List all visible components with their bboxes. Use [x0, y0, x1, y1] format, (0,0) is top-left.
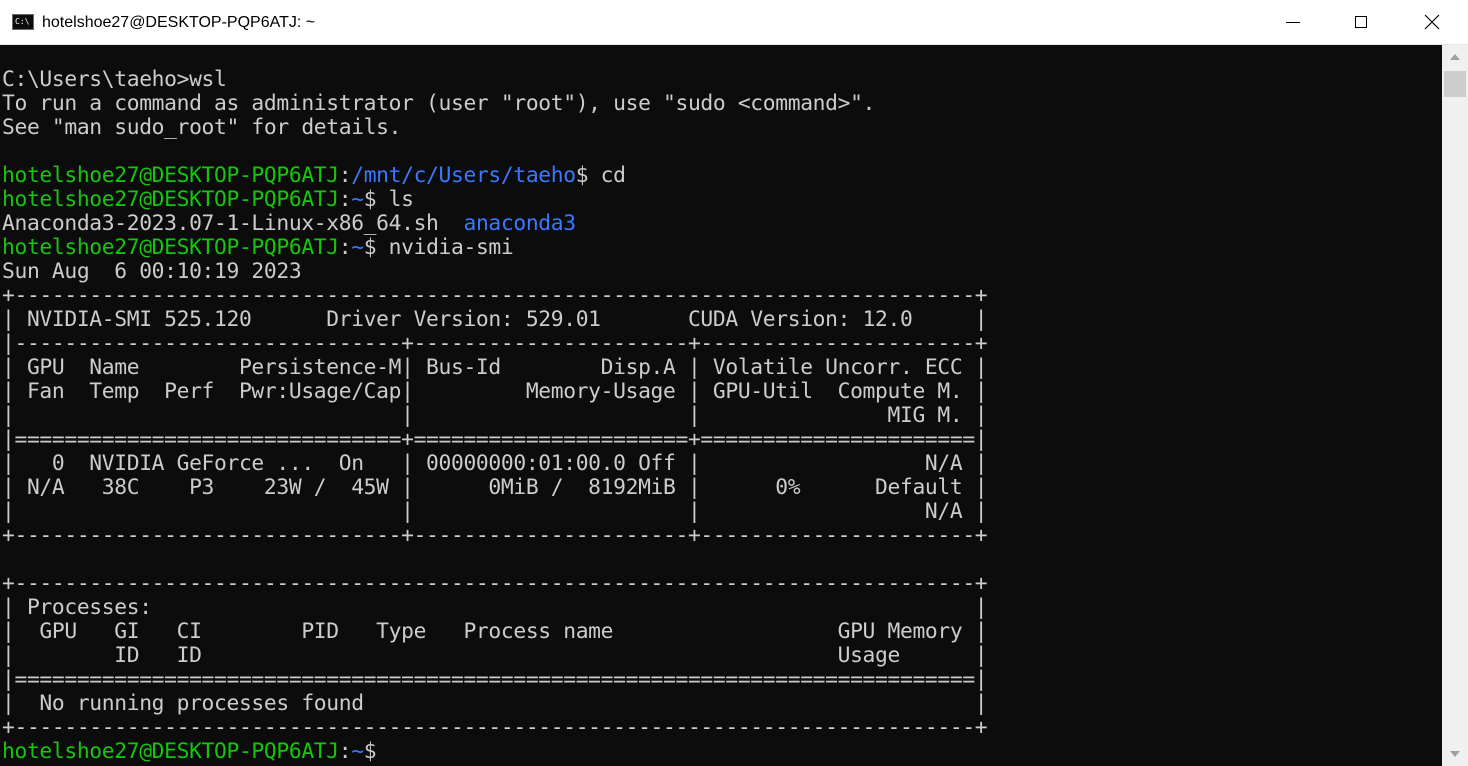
terminal-text-segment: ~	[351, 739, 364, 764]
scroll-down-button[interactable]	[1442, 742, 1468, 766]
terminal-line: See "man sudo_root" for details.	[2, 116, 401, 140]
terminal-text-segment: $ ls	[363, 187, 414, 212]
terminal-line: Sun Aug 6 00:10:19 2023	[2, 259, 302, 284]
terminal-text-segment: | | | MIG M. |	[2, 403, 988, 428]
terminal-line: Anaconda3-2023.07-1-Linux-x86_64.sh anac…	[2, 212, 576, 236]
terminal-text-segment: $ cd	[575, 163, 626, 188]
terminal-line: | N/A 38C P3 23W / 45W | 0MiB / 8192MiB …	[2, 475, 988, 500]
terminal-line: | | | MIG M. |	[2, 403, 988, 428]
terminal-line: C:\Users\taeho>wsl	[2, 68, 227, 92]
terminal-text-segment: | NVIDIA-SMI 525.120 Driver Version: 529…	[2, 307, 988, 332]
terminal-text-segment: +-------------------------------+-------…	[2, 523, 988, 548]
terminal-output[interactable]: C:\Users\taeho>wsl To run a command as ad…	[0, 45, 1442, 766]
terminal-line: |-------------------------------+-------…	[2, 331, 988, 356]
terminal-text-segment: anaconda3	[463, 211, 576, 236]
terminal-line: | 0 NVIDIA GeForce ... On | 00000000:01:…	[2, 451, 988, 476]
terminal-text-segment: | No running processes found |	[2, 691, 988, 716]
terminal-text-segment: +---------------------------------------…	[2, 283, 988, 308]
scroll-thumb[interactable]	[1444, 71, 1466, 97]
terminal-text-segment: | | | N/A |	[2, 499, 988, 524]
scroll-up-button[interactable]	[1442, 45, 1468, 69]
maximize-button[interactable]	[1338, 0, 1384, 44]
terminal-line: hotelshoe27@DESKTOP-PQP6ATJ:/mnt/c/Users…	[2, 164, 626, 188]
terminal-text-segment: hotelshoe27@DESKTOP-PQP6ATJ	[2, 235, 339, 260]
terminal-text-segment: :	[338, 235, 352, 260]
terminal-text-segment: C:\Users\taeho>wsl	[2, 67, 227, 92]
terminal-text-segment: |=======================================…	[2, 667, 988, 692]
terminal-line: | NVIDIA-SMI 525.120 Driver Version: 529…	[2, 307, 988, 332]
terminal-text-segment: hotelshoe27@DESKTOP-PQP6ATJ	[2, 739, 339, 764]
terminal-text-segment: $	[363, 739, 377, 764]
terminal-text-segment: |-------------------------------+-------…	[2, 331, 988, 356]
scroll-down-arrow-icon	[1450, 751, 1460, 757]
terminal-text-segment: | Fan Temp Perf Pwr:Usage/Cap| Memory-Us…	[2, 379, 988, 404]
terminal-text-segment: $ nvidia-smi	[363, 235, 514, 260]
terminal-text-segment: | GPU Name Persistence-M| Bus-Id Disp.A …	[2, 355, 988, 380]
terminal-text-segment: | 0 NVIDIA GeForce ... On | 00000000:01:…	[2, 451, 988, 476]
terminal-text-segment: | N/A 38C P3 23W / 45W | 0MiB / 8192MiB …	[2, 475, 988, 500]
title-bar[interactable]: C:\ hotelshoe27@DESKTOP-PQP6ATJ: ~	[0, 0, 1468, 45]
terminal-line: | GPU Name Persistence-M| Bus-Id Disp.A …	[2, 355, 988, 380]
terminal-text-segment: :	[338, 739, 352, 764]
terminal-text-segment: Anaconda3-2023.07-1-Linux-x86_64.sh	[2, 211, 464, 236]
terminal-line: +-------------------------------+-------…	[2, 523, 988, 548]
maximize-icon	[1355, 16, 1367, 28]
terminal-text-segment: |===============================+=======…	[2, 427, 988, 452]
close-button[interactable]	[1409, 0, 1455, 44]
terminal-line: hotelshoe27@DESKTOP-PQP6ATJ:~$ ls	[2, 188, 414, 212]
terminal-text-segment: :	[338, 187, 352, 212]
window-title: hotelshoe27@DESKTOP-PQP6ATJ: ~	[42, 14, 316, 31]
terminal-text-segment: hotelshoe27@DESKTOP-PQP6ATJ	[2, 163, 339, 188]
terminal-line: |===============================+=======…	[2, 427, 988, 452]
terminal-line: hotelshoe27@DESKTOP-PQP6ATJ:~$	[2, 739, 377, 764]
terminal-line: | ID ID Usage |	[2, 643, 988, 668]
terminal-line: | No running processes found |	[2, 691, 988, 716]
command-prompt-icon: C:\	[12, 14, 34, 30]
scroll-up-arrow-icon	[1450, 54, 1460, 60]
terminal-text-segment: To run a command as administrator (user …	[2, 91, 876, 116]
terminal-text-segment: hotelshoe27@DESKTOP-PQP6ATJ	[2, 187, 339, 212]
terminal-text-segment: Sun Aug 6 00:10:19 2023	[2, 259, 302, 284]
terminal-line: | Processes: |	[2, 595, 988, 620]
terminal-line: +---------------------------------------…	[2, 283, 988, 308]
terminal-text-segment: +---------------------------------------…	[2, 715, 988, 740]
terminal-line: | | | N/A |	[2, 499, 988, 524]
terminal-line: hotelshoe27@DESKTOP-PQP6ATJ:~$ nvidia-sm…	[2, 235, 514, 260]
terminal-text-segment: ~	[351, 187, 364, 212]
terminal-text-segment: | Processes: |	[2, 595, 988, 620]
vertical-scrollbar[interactable]	[1442, 45, 1468, 766]
terminal-text-segment: | GPU GI CI PID Type Process name GPU Me…	[2, 619, 988, 644]
close-icon	[1424, 14, 1440, 30]
terminal-line: +---------------------------------------…	[2, 571, 988, 596]
terminal-text-segment: :	[338, 163, 352, 188]
terminal-text-segment: | ID ID Usage |	[2, 643, 988, 668]
terminal-line: |=======================================…	[2, 667, 988, 692]
terminal-line: To run a command as administrator (user …	[2, 92, 875, 116]
terminal-text-segment: ~	[351, 235, 364, 260]
terminal-text-segment: See "man sudo_root" for details.	[2, 115, 402, 140]
minimize-button[interactable]	[1270, 0, 1316, 44]
terminal-text-segment: +---------------------------------------…	[2, 571, 988, 596]
terminal-line: | Fan Temp Perf Pwr:Usage/Cap| Memory-Us…	[2, 379, 988, 404]
terminal-text-segment: /mnt/c/Users/taeho	[351, 163, 576, 188]
minimize-icon	[1286, 21, 1300, 23]
terminal-line: | GPU GI CI PID Type Process name GPU Me…	[2, 619, 988, 644]
terminal-line: +---------------------------------------…	[2, 715, 988, 740]
